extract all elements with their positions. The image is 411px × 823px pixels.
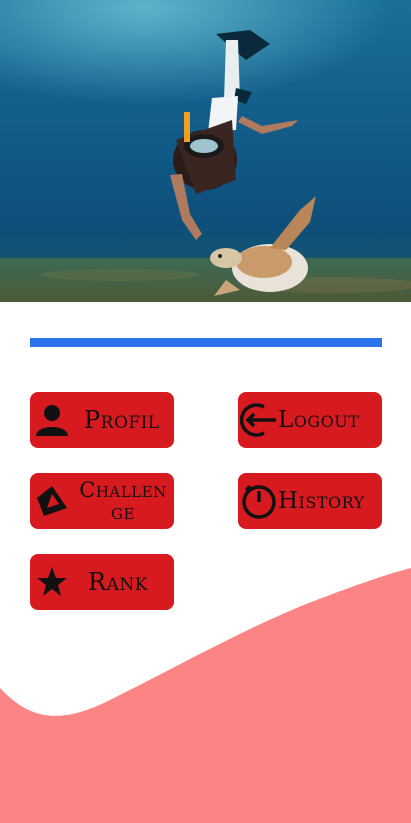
history-icon: [238, 473, 280, 529]
logout-button[interactable]: Logout: [238, 392, 382, 448]
rank-label: Rank: [88, 568, 148, 596]
hero-image: [0, 0, 411, 302]
challenge-label: Challenge: [79, 478, 167, 524]
logout-label: Logout: [278, 407, 360, 433]
logout-icon: [238, 392, 280, 448]
diver-turtle-photo: [0, 0, 411, 302]
rank-button[interactable]: Rank: [30, 554, 174, 610]
challenge-icon: [30, 473, 74, 529]
person-icon: [30, 392, 74, 448]
profil-button[interactable]: Profil: [30, 392, 174, 448]
progress-bar: [30, 338, 382, 347]
challenge-button[interactable]: Challenge: [30, 473, 174, 529]
history-label: History: [278, 488, 365, 514]
history-button[interactable]: History: [238, 473, 382, 529]
profil-label: Profil: [84, 406, 160, 434]
star-icon: [30, 554, 74, 610]
